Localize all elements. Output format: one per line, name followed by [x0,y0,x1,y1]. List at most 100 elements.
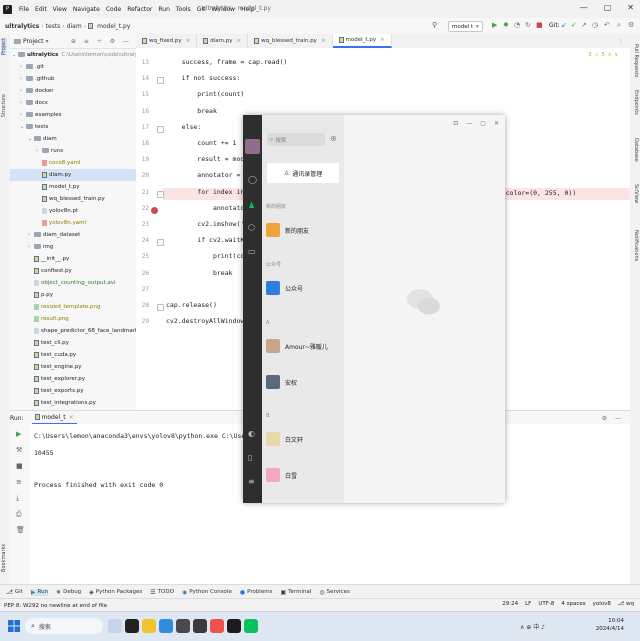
breadcrumb-tests[interactable]: tests [44,23,63,30]
user-icon[interactable]: ⚲ [432,21,437,29]
caret-position[interactable]: 29:24 [502,601,518,607]
tree-item[interactable]: ⌄ diam [10,133,136,145]
fold-marker-icon[interactable] [157,239,164,247]
maximize-button[interactable]: ▢ [604,3,612,12]
debug-icon[interactable]: ✹ [503,21,509,29]
inspection-widget[interactable]: 3 ⚠ 5 ∧ ∨ [588,52,618,58]
wechat-icon[interactable] [244,619,258,633]
add-contact-icon[interactable]: ⊕ [330,134,337,143]
close-tab-icon[interactable]: × [321,38,326,44]
tree-item[interactable]: model_t.py [10,181,136,193]
contact-item[interactable]: 新的朋友 [262,218,344,242]
tab-wq-fixed[interactable]: wq_fixed.py × [136,34,198,48]
tab-model-t[interactable]: model_t.py × [332,34,392,48]
fold-marker-icon[interactable] [157,77,164,85]
breadcrumb-diam[interactable]: diam [65,23,84,30]
tree-item[interactable]: test_engine.py [10,361,136,373]
menu-refactor[interactable]: Refactor [124,6,155,13]
fold-marker-icon[interactable] [157,190,164,198]
phone-icon[interactable]: ▯ [248,453,252,462]
system-tray[interactable]: ∧ ⊕ 中 ♪ [520,622,545,631]
pycharm-logo-icon[interactable]: P [3,4,12,14]
close-tab-icon[interactable]: × [380,37,385,43]
tree-item[interactable]: conftest.py [10,265,136,277]
fold-marker-icon[interactable] [157,304,164,311]
wechat-window[interactable]: ◯ ♟ ⬡ ▭ ◐ ▯ ≡ ⌕ 搜索 ⊕ ♙ 通讯录管理 新的朋友 新的朋友 公众… [243,115,505,503]
tree-item[interactable]: › .git [10,61,136,73]
python-console-tool-button[interactable]: ◉ Python Console [182,589,232,596]
tree-item[interactable]: result.png [10,313,136,325]
tree-item[interactable]: › runs [10,145,136,157]
run-panel-actions-icon[interactable]: ⚙ — [602,415,624,422]
tree-item[interactable]: yolov8n.yaml [10,217,136,229]
breakpoint-icon[interactable] [151,206,158,214]
tree-item[interactable]: › img [10,241,136,253]
menu-icon[interactable]: ≡ [248,477,255,486]
tree-item[interactable]: p.py [10,289,136,301]
favorites-icon[interactable]: ⬡ [248,223,255,232]
menu-file[interactable]: File [16,6,32,13]
edge-icon[interactable] [159,619,173,633]
python-interpreter[interactable]: yolov8 [593,601,611,607]
git-branch[interactable]: ⎇ wq [618,601,634,607]
menu-navigate[interactable]: Navigate [70,6,103,13]
settings-gear-icon[interactable]: ⚙ [628,21,634,29]
database-tool-button[interactable]: Database [633,138,639,162]
contacts-icon[interactable]: ♟ [248,201,255,210]
tree-item[interactable]: ⌄ tests [10,121,136,133]
menu-code[interactable]: Code [103,6,124,13]
git-push-icon[interactable]: ↗ [581,21,587,29]
breadcrumb-project[interactable]: ultralytics [3,23,41,30]
tree-item[interactable]: __init__.py [10,253,136,265]
history-icon[interactable]: ◷ [592,21,598,29]
file-encoding[interactable]: UTF-8 [538,601,554,607]
clear-icon[interactable]: 🗑 [16,526,25,534]
menu-tools[interactable]: Tools [173,6,194,13]
settings-icon[interactable]: ⚒ [16,446,22,454]
windows-start-icon[interactable] [8,620,20,632]
contact-item[interactable]: 白雪 [262,463,344,487]
close-tab-icon[interactable]: × [237,38,242,44]
soft-wrap-icon[interactable]: ≡ [16,478,22,486]
tree-item[interactable]: › docs [10,97,136,109]
indent-setting[interactable]: 4 spaces [561,601,585,607]
problems-tool-button[interactable]: ● Problems [240,589,273,596]
tree-item[interactable]: test_exports.py [10,385,136,397]
user-avatar[interactable] [245,139,260,154]
status-message[interactable]: PEP 8: W292 no newline at end of file [4,603,107,609]
moments-icon[interactable]: ◐ [248,429,255,438]
endpoints-tool-button[interactable]: Endpoints [633,90,639,115]
tree-item[interactable]: coco8.yaml [10,157,136,169]
contact-item[interactable]: Amour~雅暖儿 [262,334,344,358]
menu-run[interactable]: Run [155,6,173,13]
run-icon[interactable]: ▶ [492,21,497,29]
minimize-icon[interactable]: — [466,120,472,127]
tree-item[interactable]: › examples [10,109,136,121]
run-tool-button[interactable]: ▶ Run [30,588,49,596]
contact-search-input[interactable]: ⌕ 搜索 [267,133,325,146]
run-config-select[interactable]: model t ▾ [448,21,483,32]
maximize-icon[interactable]: ▢ [480,120,486,127]
tree-item[interactable]: wq_blessed_train.py [10,193,136,205]
tree-item[interactable]: ⌄ultralyticsC:\Users\lemon\code\ultralyt… [10,49,136,61]
debug-tool-button[interactable]: ✹ Debug [56,589,81,596]
minimize-button[interactable]: — [580,3,588,12]
git-update-icon[interactable]: ↙ [561,21,567,29]
tree-item[interactable]: test_cuda.py [10,349,136,361]
file-explorer-icon[interactable] [142,619,156,633]
git-tool-button[interactable]: ⎇ Git [6,589,23,596]
app-icon[interactable] [210,619,224,633]
app-icon[interactable] [176,619,190,633]
services-tool-button[interactable]: ◎ Services [319,589,349,596]
tree-item[interactable]: › docker [10,85,136,97]
scroll-to-end-icon[interactable]: ⤓ [16,494,19,503]
menu-edit[interactable]: Edit [32,6,50,13]
chat-icon[interactable]: ◯ [248,175,257,184]
todo-tool-button[interactable]: ☰ TODO [150,589,174,596]
contact-manage-button[interactable]: ♙ 通讯录管理 [267,163,339,183]
tree-item[interactable]: › diam_dataset [10,229,136,241]
tree-item[interactable]: resized_template.png [10,301,136,313]
editor-gutter[interactable]: 13 14 15 16 17 18 19 20 21 22 23 24 25 26 27 28 29 [136,48,164,410]
close-tab-icon[interactable]: × [186,38,191,44]
panel-actions-icon[interactable]: ⊕ ≡ ÷ ⚙ — [71,38,132,45]
